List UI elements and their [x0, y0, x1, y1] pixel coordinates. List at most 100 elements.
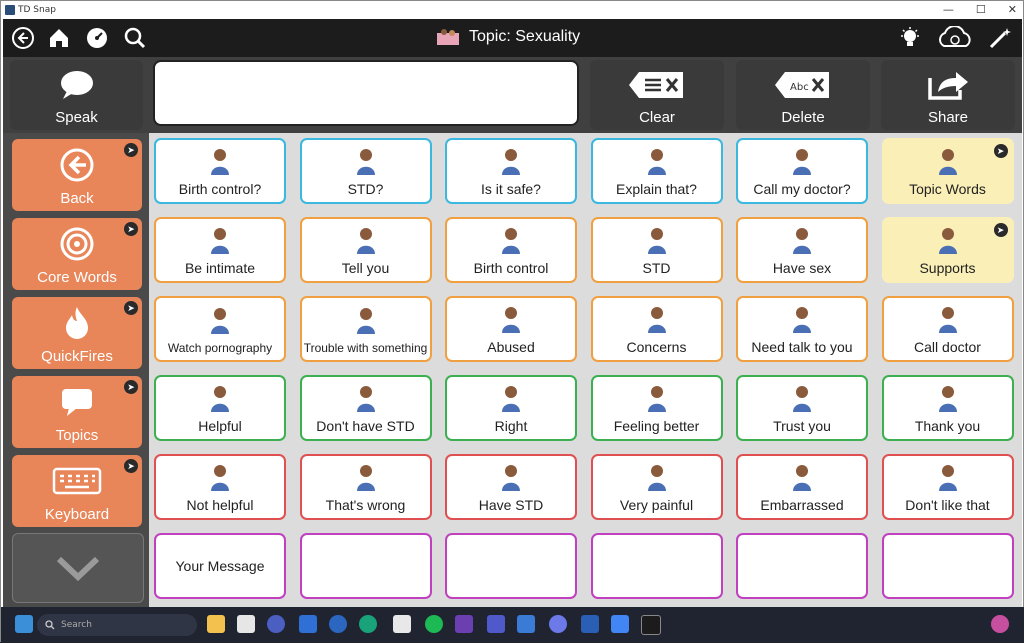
- share-button[interactable]: Share: [881, 60, 1015, 130]
- app-icon[interactable]: [267, 615, 285, 633]
- grid-button[interactable]: Don't have STD: [299, 375, 432, 441]
- grid-button[interactable]: ➤ Supports: [881, 217, 1014, 283]
- grid-button[interactable]: Explain that?: [590, 138, 723, 204]
- grid-button[interactable]: Thank you: [881, 375, 1014, 441]
- app-icon[interactable]: [517, 615, 535, 633]
- sidebar-item-core-words[interactable]: ➤ Core Words: [12, 218, 142, 290]
- app-icon[interactable]: [393, 615, 411, 633]
- grid-button[interactable]: Have sex: [736, 217, 868, 283]
- minimize-icon[interactable]: —: [943, 1, 954, 19]
- settings-icon[interactable]: [549, 615, 567, 633]
- grid-button[interactable]: Abused: [445, 296, 577, 362]
- grid-button[interactable]: Is it safe?: [445, 138, 577, 204]
- app-window: TD Snap — ☐ ✕ Topic: Sexuality Speak Cle…: [0, 0, 1024, 643]
- grid-button[interactable]: Watch pornography: [154, 296, 286, 362]
- symbol-icon: [931, 140, 965, 181]
- symbol-icon: [785, 298, 819, 339]
- speak-button[interactable]: Speak: [10, 60, 143, 130]
- copilot-icon[interactable]: [991, 615, 1009, 633]
- symbol-icon: [203, 140, 237, 181]
- grid-button[interactable]: [445, 533, 577, 599]
- speak-bar: Speak Clear Abc Delete Share: [3, 57, 1022, 133]
- notepad-icon[interactable]: [237, 615, 255, 633]
- grid-button[interactable]: Helpful: [154, 375, 286, 441]
- symbol-icon: [640, 140, 674, 181]
- lightbulb-icon[interactable]: [896, 24, 924, 52]
- zoom-icon[interactable]: [329, 615, 347, 633]
- topic-title-text: Topic: Sexuality: [469, 28, 581, 45]
- grid-button[interactable]: Have STD: [445, 454, 577, 520]
- td-snap-taskbar-icon[interactable]: [641, 615, 661, 635]
- navigate-arrow-icon: ➤: [124, 222, 138, 236]
- grid-button[interactable]: Birth control?: [154, 138, 286, 204]
- navigate-arrow-icon: ➤: [124, 143, 138, 157]
- search-icon[interactable]: [121, 24, 149, 52]
- grid-button[interactable]: Need talk to you: [736, 296, 868, 362]
- word-icon[interactable]: [581, 615, 599, 633]
- navigate-arrow-icon: ➤: [124, 459, 138, 473]
- grid-button[interactable]: Tell you: [299, 217, 432, 283]
- teams-icon[interactable]: [487, 615, 505, 633]
- back-circle-icon[interactable]: [9, 24, 37, 52]
- grid-button-label: Your Message: [175, 558, 265, 574]
- sidebar-item-topics[interactable]: ➤ Topics: [12, 376, 142, 448]
- grid-button[interactable]: ➤ Topic Words: [881, 138, 1014, 204]
- grid-button[interactable]: Right: [445, 375, 577, 441]
- grid-button[interactable]: Call doctor: [881, 296, 1014, 362]
- clear-button[interactable]: Clear: [590, 60, 724, 130]
- grid-button[interactable]: Birth control: [445, 217, 577, 283]
- symbol-icon: [640, 219, 674, 260]
- grid-button[interactable]: [881, 533, 1014, 599]
- symbol-icon: [349, 298, 383, 341]
- symbol-icon: [494, 219, 528, 260]
- close-icon[interactable]: ✕: [1008, 1, 1017, 19]
- navigate-arrow-icon: ➤: [124, 380, 138, 394]
- app-icon[interactable]: [455, 615, 473, 633]
- delete-button[interactable]: Abc Delete: [736, 60, 870, 130]
- grid-button[interactable]: Feeling better: [590, 375, 723, 441]
- grid-button-label: Watch pornography: [167, 341, 273, 355]
- delete-label: Delete: [781, 109, 825, 126]
- vocabulary-grid: Birth control? STD? Is it safe? Explain tha…: [149, 133, 1022, 607]
- cloud-sync-icon[interactable]: [935, 24, 975, 52]
- google-icon[interactable]: [611, 615, 629, 633]
- taskbar-search[interactable]: Search: [37, 614, 197, 636]
- sidebar-item-keyboard[interactable]: ➤ Keyboard: [12, 455, 142, 527]
- grid-button[interactable]: [299, 533, 432, 599]
- grid-button[interactable]: Your Message: [154, 533, 286, 599]
- outlook-icon[interactable]: [299, 615, 317, 633]
- sidebar-more-button[interactable]: [12, 533, 144, 603]
- maximize-icon[interactable]: ☐: [976, 1, 986, 19]
- grid-button[interactable]: Be intimate: [154, 217, 286, 283]
- grid-button[interactable]: That's wrong: [299, 454, 432, 520]
- grid-button[interactable]: Not helpful: [154, 454, 286, 520]
- sidebar-item-label: Back: [60, 190, 94, 207]
- sidebar-item-back[interactable]: ➤ Back: [12, 139, 142, 211]
- windows-start-icon[interactable]: [15, 615, 33, 633]
- grid-button-label: Don't like that: [905, 497, 990, 513]
- symbol-icon: [203, 219, 237, 260]
- home-icon[interactable]: [45, 24, 73, 52]
- file-explorer-icon[interactable]: [207, 615, 225, 633]
- grid-button[interactable]: Call my doctor?: [736, 138, 868, 204]
- sidebar-item-quickfires[interactable]: ➤ QuickFires: [12, 297, 142, 369]
- grid-button[interactable]: [736, 533, 868, 599]
- app-logo-icon: [5, 5, 15, 15]
- grid-button[interactable]: [590, 533, 723, 599]
- grid-button[interactable]: Very painful: [590, 454, 723, 520]
- grid-button-label: Very painful: [619, 497, 694, 513]
- dashboard-icon[interactable]: [83, 24, 111, 52]
- grid-button[interactable]: STD?: [299, 138, 432, 204]
- grid-button[interactable]: Trouble with something: [299, 296, 432, 362]
- share-icon: [928, 71, 968, 100]
- message-window[interactable]: [153, 60, 579, 126]
- sidebar-item-label: Keyboard: [44, 506, 110, 523]
- grid-button[interactable]: Trust you: [736, 375, 868, 441]
- spotify-icon[interactable]: [425, 615, 443, 633]
- edit-magic-icon[interactable]: [986, 24, 1014, 52]
- grid-button[interactable]: Concerns: [590, 296, 723, 362]
- grid-button[interactable]: Embarrassed: [736, 454, 868, 520]
- grid-button[interactable]: Don't like that: [881, 454, 1014, 520]
- grid-button[interactable]: STD: [590, 217, 723, 283]
- edge-icon[interactable]: [359, 615, 377, 633]
